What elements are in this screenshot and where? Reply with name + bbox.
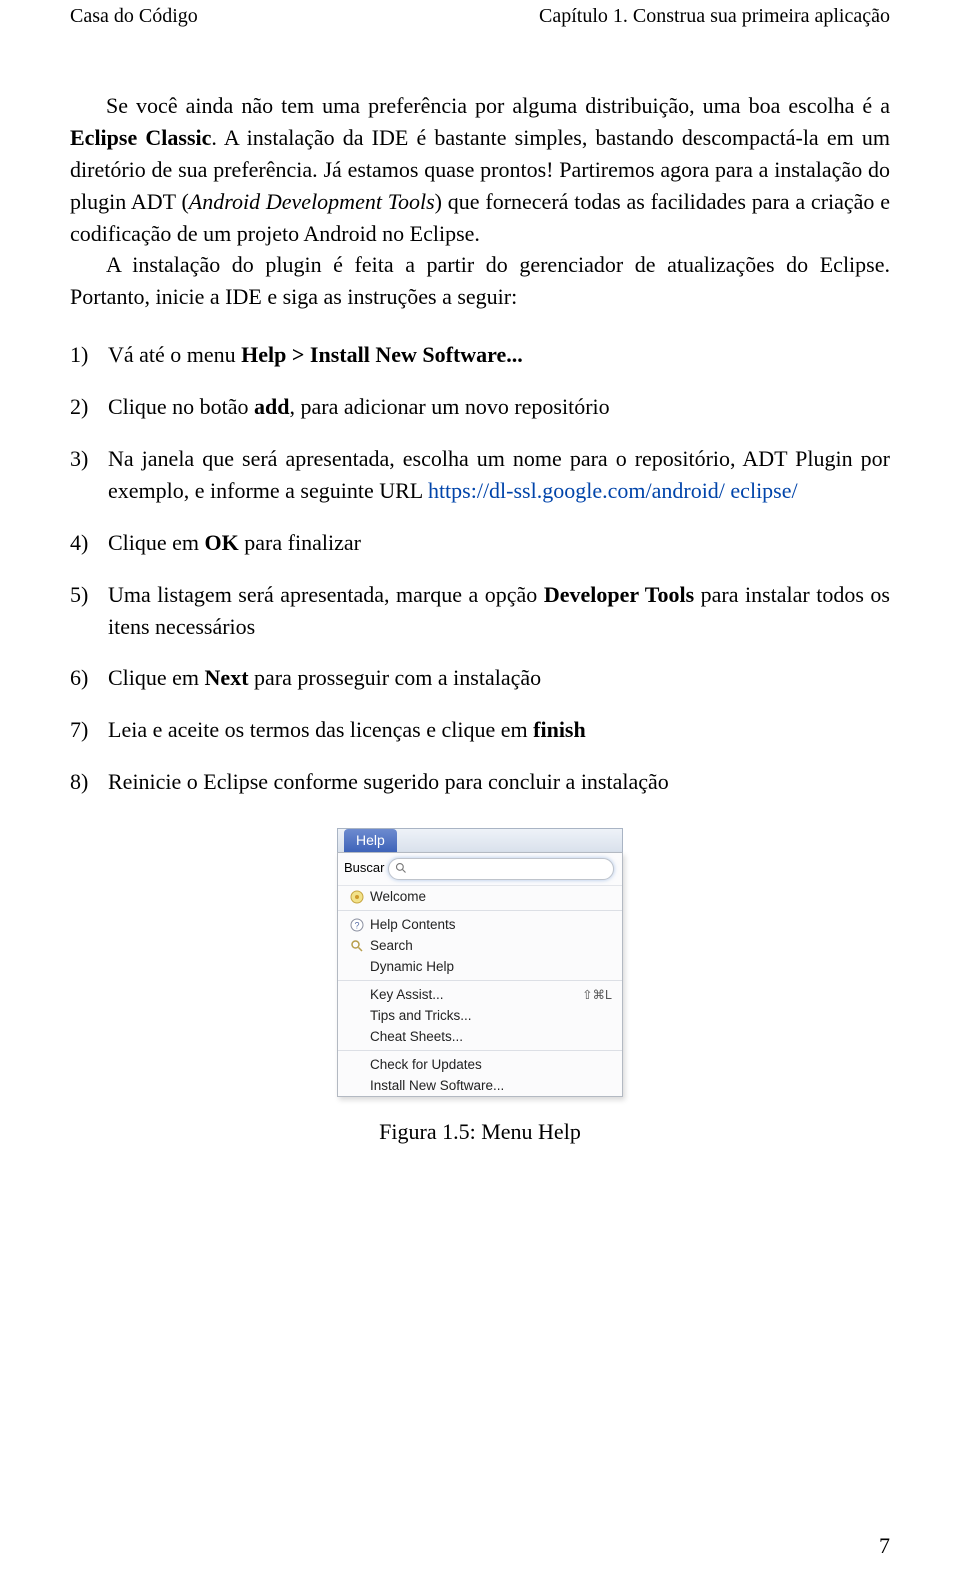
- menu-item-search[interactable]: Search: [338, 935, 622, 956]
- text: Clique em: [108, 530, 205, 555]
- term-eclipse-classic: Eclipse Classic: [70, 125, 211, 150]
- url-link[interactable]: eclipse/: [730, 478, 797, 503]
- step-4: 4) Clique em OK para finalizar: [70, 527, 890, 559]
- search-icon: [348, 939, 366, 953]
- step-3: 3) Na janela que será apresentada, escol…: [70, 443, 890, 507]
- step-8: 8) Reinicie o Eclipse conforme sugerido …: [70, 766, 890, 798]
- running-head: Casa do Código Capítulo 1. Construa sua …: [70, 5, 890, 28]
- term-adt: Android Development Tools: [189, 189, 435, 214]
- menu-item-label: Tips and Tricks...: [370, 1008, 612, 1023]
- button-ok: OK: [205, 530, 239, 555]
- steps-list: 1) Vá até o menu Help > Install New Soft…: [70, 339, 890, 798]
- step-number: 6): [70, 662, 88, 694]
- menubar: Help: [337, 828, 623, 852]
- text: , para adicionar um novo repositório: [290, 394, 610, 419]
- step-number: 5): [70, 579, 88, 611]
- menu-separator: [338, 980, 622, 981]
- step-number: 2): [70, 391, 88, 423]
- step-7: 7) Leia e aceite os termos das licenças …: [70, 714, 890, 746]
- text: Reinicie o Eclipse conforme sugerido par…: [108, 769, 669, 794]
- menu-item-label: Check for Updates: [370, 1057, 612, 1072]
- page: Casa do Código Capítulo 1. Construa sua …: [0, 0, 960, 1585]
- menu-item-label: Help Contents: [370, 917, 612, 932]
- text: Se você ainda não tem uma preferência po…: [106, 93, 890, 118]
- text: Uma listagem será apresentada, marque a …: [108, 582, 544, 607]
- step-6: 6) Clique em Next para prosseguir com a …: [70, 662, 890, 694]
- text: Clique em: [108, 665, 205, 690]
- menu-item-key-assist[interactable]: Key Assist... ⇧⌘L: [338, 984, 622, 1005]
- menu-item-help-contents[interactable]: ? Help Contents: [338, 914, 622, 935]
- menubar-item-help[interactable]: Help: [344, 829, 397, 852]
- paragraph-1: Se você ainda não tem uma preferência po…: [70, 90, 890, 249]
- menu-item-welcome[interactable]: Welcome: [338, 886, 622, 907]
- menu-item-label: Dynamic Help: [370, 959, 612, 974]
- menu-item-label: Welcome: [370, 889, 612, 904]
- step-1: 1) Vá até o menu Help > Install New Soft…: [70, 339, 890, 371]
- eclipse-help-menu-screenshot: Help Buscar Welcome: [337, 828, 623, 1097]
- svg-text:?: ?: [354, 920, 359, 930]
- page-number: 7: [879, 1533, 890, 1559]
- step-number: 3): [70, 443, 88, 475]
- welcome-icon: [348, 890, 366, 904]
- menu-item-check-for-updates[interactable]: Check for Updates: [338, 1054, 622, 1075]
- running-head-left: Casa do Código: [70, 5, 198, 28]
- menu-item-tips-and-tricks[interactable]: Tips and Tricks...: [338, 1005, 622, 1026]
- menu-path: Help > Install New Software...: [241, 342, 523, 367]
- help-dropdown: Buscar Welcome ?: [337, 852, 623, 1097]
- step-number: 7): [70, 714, 88, 746]
- search-icon: [395, 862, 407, 874]
- menu-item-cheat-sheets[interactable]: Cheat Sheets...: [338, 1026, 622, 1047]
- button-add: add: [254, 394, 289, 419]
- text: para finalizar: [239, 530, 361, 555]
- step-number: 4): [70, 527, 88, 559]
- menu-item-label: Cheat Sheets...: [370, 1029, 612, 1044]
- menu-separator: [338, 910, 622, 911]
- search-label: Buscar: [344, 860, 384, 875]
- menu-search-row: Buscar: [338, 853, 622, 886]
- menu-item-label: Install New Software...: [370, 1078, 612, 1093]
- text: Clique no botão: [108, 394, 254, 419]
- text: para prosseguir com a instalação: [249, 665, 542, 690]
- url-link[interactable]: https://dl-ssl.google.com/android/: [428, 478, 725, 503]
- text: Leia e aceite os termos das licenças e c…: [108, 717, 533, 742]
- body-text: Se você ainda não tem uma preferência po…: [70, 90, 890, 313]
- running-head-right: Capítulo 1. Construa sua primeira aplica…: [539, 5, 890, 28]
- step-number: 8): [70, 766, 88, 798]
- step-number: 1): [70, 339, 88, 371]
- menu-separator: [338, 1050, 622, 1051]
- menu-item-dynamic-help[interactable]: Dynamic Help: [338, 956, 622, 977]
- menu-item-label: Key Assist...: [370, 987, 582, 1002]
- menu-search-input[interactable]: [411, 860, 607, 876]
- step-5: 5) Uma listagem será apresentada, marque…: [70, 579, 890, 643]
- menu-item-install-new-software[interactable]: Install New Software...: [338, 1075, 622, 1096]
- button-finish: finish: [533, 717, 586, 742]
- figure: Help Buscar Welcome: [70, 828, 890, 1145]
- keyboard-shortcut: ⇧⌘L: [582, 987, 612, 1002]
- paragraph-2: A instalação do plugin é feita a partir …: [70, 249, 890, 313]
- help-icon: ?: [348, 918, 366, 932]
- step-2: 2) Clique no botão add, para adicionar u…: [70, 391, 890, 423]
- figure-caption: Figura 1.5: Menu Help: [379, 1119, 581, 1145]
- menu-search-field[interactable]: [388, 858, 614, 880]
- menu-item-label: Search: [370, 938, 612, 953]
- button-next: Next: [205, 665, 249, 690]
- option-developer-tools: Developer Tools: [544, 582, 694, 607]
- text: Vá até o menu: [108, 342, 241, 367]
